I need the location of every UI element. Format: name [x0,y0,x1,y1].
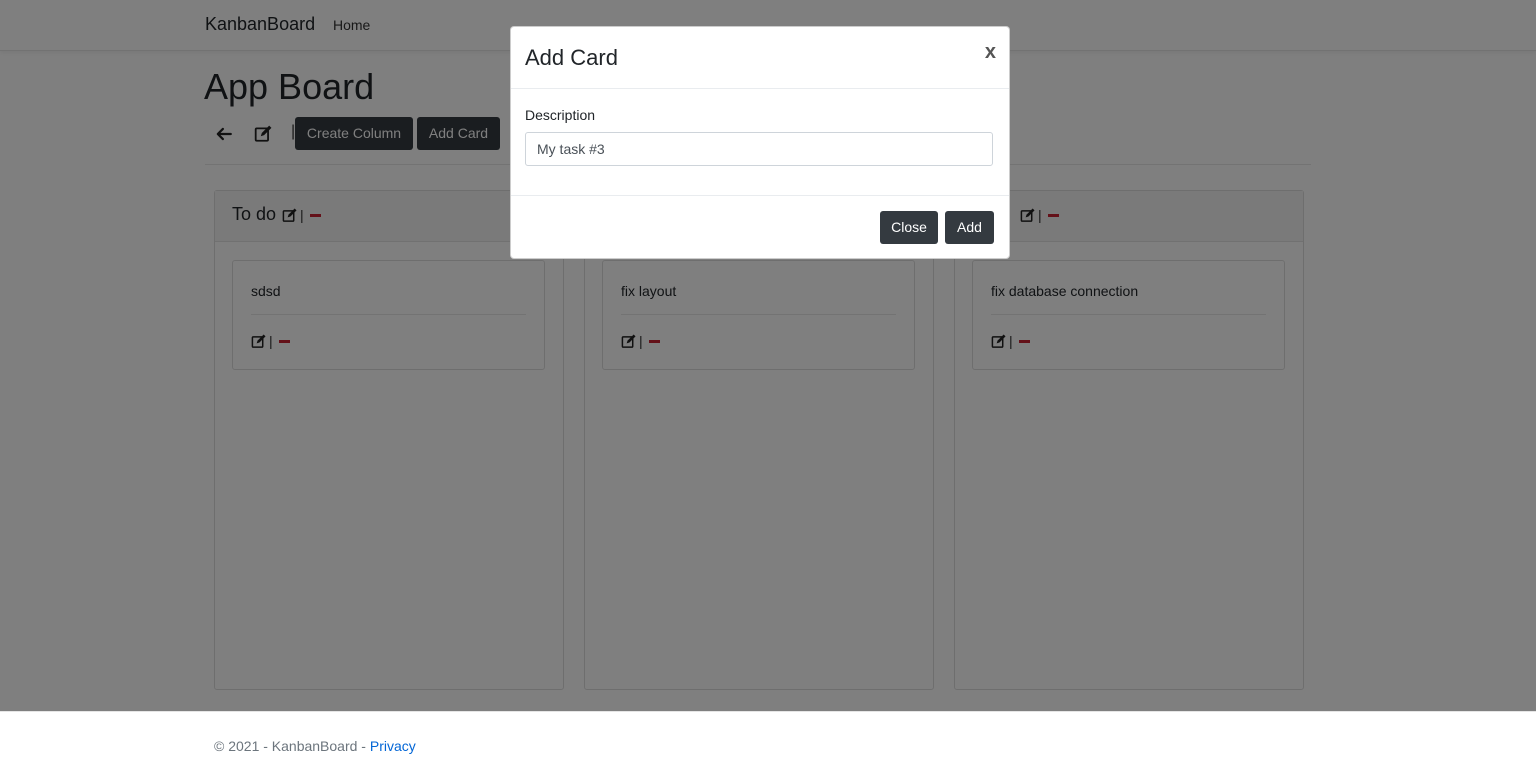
close-button[interactable]: Close [880,211,938,244]
privacy-link[interactable]: Privacy [370,738,416,754]
description-label: Description [525,107,596,123]
description-input[interactable] [525,132,993,166]
close-icon[interactable]: x [985,41,996,64]
add-button[interactable]: Add [945,211,994,244]
add-card-modal: Add Card x Description Close Add [510,26,1010,259]
footer: © 2021 - KanbanBoard - Privacy [0,711,1536,772]
modal-body: Description [511,89,1009,196]
modal-title: Add Card [525,45,618,70]
modal-footer: Close Add [511,196,1009,259]
footer-copyright: © 2021 - KanbanBoard - [214,738,370,754]
footer-text: © 2021 - KanbanBoard - Privacy [214,738,416,754]
modal-header: Add Card x [511,27,1009,89]
